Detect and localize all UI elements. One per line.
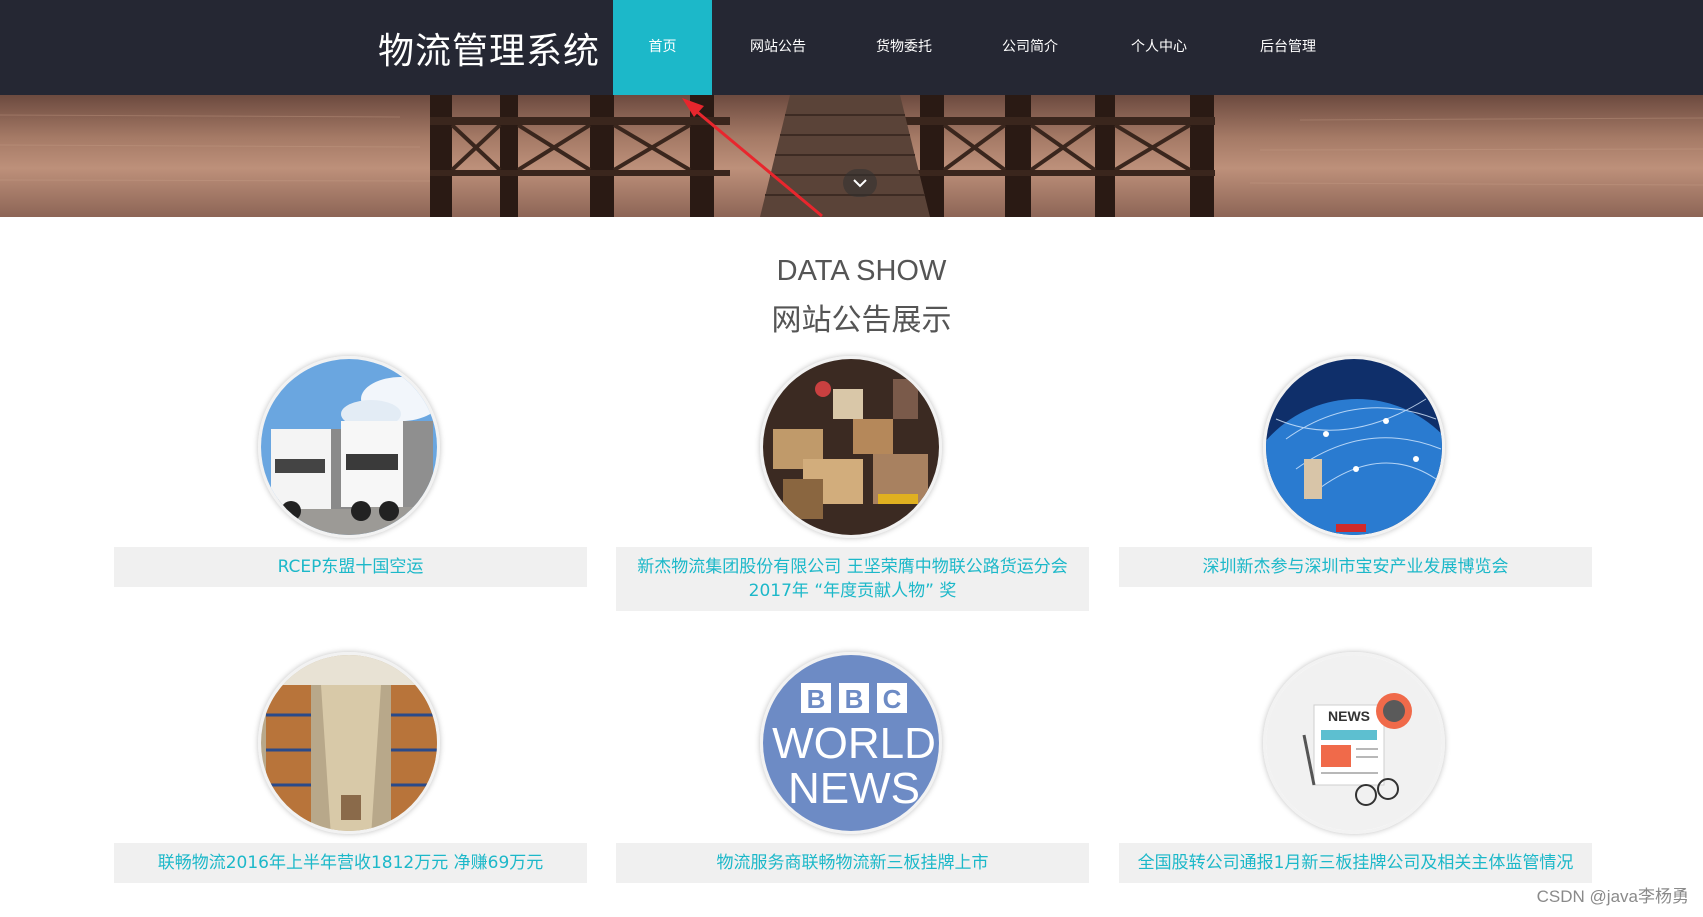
site-brand[interactable]: 物流管理系统: [378, 22, 600, 74]
pier-image: [0, 95, 1703, 217]
nav-item-personal-center[interactable]: 个人中心: [1111, 0, 1207, 95]
announcement-image-parcels[interactable]: [760, 356, 942, 538]
announcement-image-bbc-world-news[interactable]: B BC WORLD NEWS: [760, 652, 942, 834]
section-title-en: DATA SHOW: [776, 255, 947, 287]
bbc-news-text: NEWS: [788, 764, 920, 813]
scroll-down-button[interactable]: [843, 169, 877, 197]
nav-item-home[interactable]: 首页: [613, 0, 712, 95]
announcement-title[interactable]: RCEP东盟十国空运: [114, 547, 587, 587]
watermark: CSDN @java李杨勇: [1536, 887, 1689, 906]
announcement-image-warehouse[interactable]: [258, 652, 440, 834]
nav-item-announcements[interactable]: 网站公告: [730, 0, 826, 95]
announcement-title[interactable]: 联畅物流2016年上半年营收1812万元 净赚69万元: [114, 843, 587, 883]
announcement-image-trucks[interactable]: [258, 356, 440, 538]
announcement-title[interactable]: 新杰物流集团股份有限公司 王坚荣膺中物联公路货运分会 2017年 “年度贡献人物…: [616, 547, 1089, 611]
announcement-image-newspaper[interactable]: NEWS: [1263, 652, 1445, 834]
chevron-down-icon: [853, 179, 867, 188]
bbc-letter: B: [807, 684, 826, 714]
announcement-title[interactable]: 全国股转公司通报1月新三板挂牌公司及相关主体监管情况: [1119, 843, 1592, 883]
top-navbar: 物流管理系统 首页 网站公告 货物委托 公司简介 个人中心 后台管理: [0, 0, 1703, 95]
newspaper-header: NEWS: [1328, 708, 1370, 724]
nav-item-admin[interactable]: 后台管理: [1240, 0, 1336, 95]
nav-item-cargo-consign[interactable]: 货物委托: [856, 0, 952, 95]
bbc-letter: C: [883, 684, 902, 714]
hero-banner: [0, 95, 1703, 217]
nav-item-company-intro[interactable]: 公司简介: [982, 0, 1078, 95]
bbc-letter: B: [845, 684, 864, 714]
bbc-world-text: WORLD: [772, 719, 936, 768]
section-title-cn: 网站公告展示: [771, 303, 952, 338]
announcement-title[interactable]: 深圳新杰参与深圳市宝安产业发展博览会: [1119, 547, 1592, 587]
announcement-title[interactable]: 物流服务商联畅物流新三板挂牌上市: [616, 843, 1089, 883]
announcement-image-globe[interactable]: [1263, 356, 1445, 538]
page: 物流管理系统 首页 网站公告 货物委托 公司简介 个人中心 后台管理 DATA …: [0, 0, 1703, 917]
